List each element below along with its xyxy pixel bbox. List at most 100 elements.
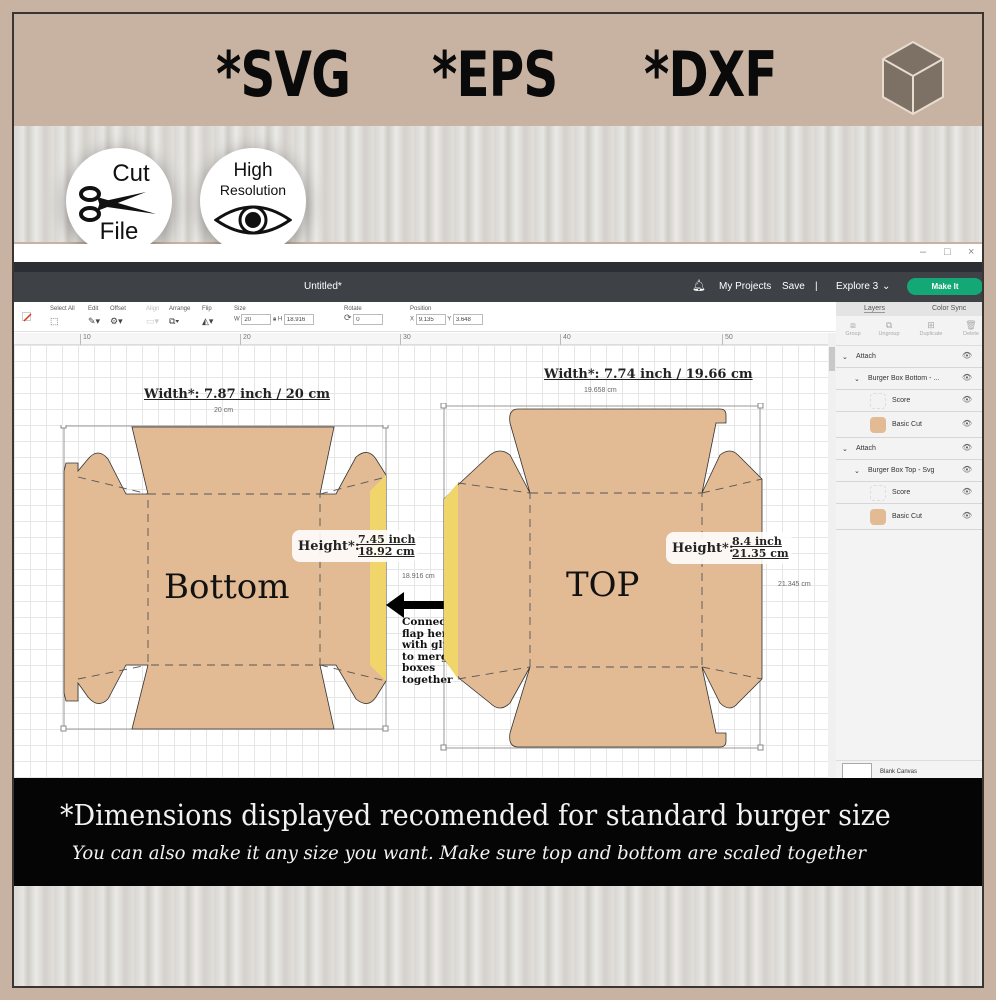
duplicate-button[interactable]: ⊞ Duplicate <box>916 320 946 337</box>
eye-icon <box>214 205 292 235</box>
rotate-icon: ⟳ <box>344 312 352 323</box>
design-space-app: – □ × Untitled* 🔔︎ My Projects Save | Ex… <box>14 244 982 781</box>
badge-high-text: High <box>233 160 273 181</box>
machine-selector[interactable]: Explore 3 <box>836 281 878 292</box>
chevron-down-icon[interactable]: ⌄ <box>842 353 848 361</box>
vertical-scrollbar[interactable] <box>828 333 836 778</box>
top-width-readout: 19.658 cm <box>584 387 617 394</box>
layers-panel: Layers Color Sync ⧈ Group ⧉ Ungroup ⊞ Dupli… <box>836 302 982 781</box>
offset-tool[interactable]: Offset ⚙▾ <box>110 306 126 327</box>
maximize-button[interactable]: □ <box>944 246 951 258</box>
eye-icon[interactable]: 👁︎ <box>962 351 972 360</box>
score-swatch <box>870 393 886 409</box>
top-height-readout: 21.345 cm <box>778 581 811 588</box>
lock-icon[interactable]: 🔒︎ <box>273 317 276 323</box>
high-resolution-badge: High Resolution <box>200 148 306 254</box>
pencil-icon: ✎▾ <box>88 316 101 326</box>
make-it-button[interactable]: Make It <box>907 278 982 295</box>
select-all-tool[interactable]: Select All ⬚ <box>50 306 75 327</box>
app-topbar: Untitled* 🔔︎ My Projects Save | Explore … <box>14 272 982 302</box>
badge-file-text: File <box>99 218 139 245</box>
group-icon: ⧈ <box>850 320 856 330</box>
linetype-swatch[interactable] <box>22 312 32 322</box>
format-svg: *SVG <box>216 38 351 111</box>
format-header: *SVG *EPS *DXF <box>14 14 982 126</box>
eye-icon[interactable]: 👁︎ <box>962 373 972 382</box>
cut-color-swatch <box>870 417 886 433</box>
horizontal-ruler: 10 20 30 40 50 <box>14 333 828 345</box>
layer-row[interactable]: Score 👁︎ <box>836 482 982 504</box>
wood-background-bottom <box>14 886 982 986</box>
badge-resolution-text: Resolution <box>219 182 287 198</box>
arrow-left-icon <box>386 592 446 618</box>
dimensions-note-line2: You can also make it any size you want. … <box>72 842 867 864</box>
layer-row[interactable]: ⌄ Attach 👁︎ <box>836 346 982 368</box>
layer-row[interactable]: ⌄ Attach 👁︎ <box>836 438 982 460</box>
my-projects-link[interactable]: My Projects <box>719 281 771 292</box>
edit-toolbar: Select All ⬚ Edit ✎▾ Offset ⚙▾ Align ▭▾ Arra… <box>14 302 836 332</box>
position-tool: Position X Y <box>410 306 483 325</box>
group-button[interactable]: ⧈ Group <box>838 320 868 337</box>
eye-icon[interactable]: 👁︎ <box>962 465 972 474</box>
tab-color-sync[interactable]: Color Sync <box>932 305 966 312</box>
bottom-width-readout: 20 cm <box>214 407 234 414</box>
ungroup-button[interactable]: ⧉ Ungroup <box>874 320 904 337</box>
dimensions-note: *Dimensions displayed recomended for sta… <box>14 778 982 886</box>
cut-file-badge: Cut File <box>66 148 172 254</box>
y-position-input[interactable] <box>452 314 483 325</box>
arrange-tool[interactable]: Arrange ⧉▾ <box>169 306 190 327</box>
eye-icon[interactable]: 👁︎ <box>962 395 972 404</box>
format-dxf: *DXF <box>644 38 777 111</box>
layer-row[interactable]: ⌄ Burger Box Top - Svg 👁︎ <box>836 460 982 482</box>
ungroup-icon: ⧉ <box>885 320 893 330</box>
align-tool[interactable]: Align ▭▾ <box>146 306 159 327</box>
chevron-down-icon[interactable]: ⌄ <box>854 467 860 475</box>
layer-row[interactable]: Basic Cut 👁︎ <box>836 504 982 530</box>
scrollbar-thumb[interactable] <box>829 347 835 371</box>
blank-canvas-row[interactable]: Blank Canvas <box>836 760 982 781</box>
pen-slash-icon <box>23 313 32 322</box>
layer-actions: ⧈ Group ⧉ Ungroup ⊞ Duplicate 🗑︎ Delete <box>836 316 982 346</box>
dimensions-note-line1: *Dimensions displayed recomended for sta… <box>60 798 891 832</box>
bell-icon[interactable]: 🔔︎ <box>692 279 706 292</box>
chevron-down-icon[interactable]: ⌄ <box>882 281 890 292</box>
layer-row[interactable]: Score 👁︎ <box>836 390 982 412</box>
save-button[interactable]: Save <box>782 281 805 292</box>
layer-row[interactable]: ⌄ Burger Box Bottom - ... 👁︎ <box>836 368 982 390</box>
design-canvas[interactable]: Width*: 7.87 inch / 20 cm 20 cm Bottom H… <box>14 345 828 778</box>
rotate-input[interactable] <box>353 314 384 325</box>
x-position-input[interactable] <box>415 314 446 325</box>
select-all-icon: ⬚ <box>50 316 59 326</box>
eye-icon[interactable]: 👁︎ <box>962 443 972 452</box>
top-height-label: Height*: 8.4 inch 21.35 cm <box>666 532 792 564</box>
size-tool: Size W 🔒︎ H <box>234 306 314 325</box>
layer-row[interactable]: Basic Cut 👁︎ <box>836 412 982 438</box>
eye-icon[interactable]: 👁︎ <box>962 419 972 428</box>
close-button[interactable]: × <box>968 246 974 258</box>
format-eps: *EPS <box>432 38 558 111</box>
chevron-down-icon[interactable]: ⌄ <box>854 375 860 383</box>
panel-tabs: Layers Color Sync <box>836 302 982 316</box>
duplicate-icon: ⊞ <box>927 320 935 330</box>
top-width-label: Width*: 7.74 inch / 19.66 cm <box>544 367 753 382</box>
align-icon: ▭▾ <box>146 316 160 326</box>
flip-tool[interactable]: Flip ◭▾ <box>202 306 213 327</box>
top-box-label: TOP <box>566 565 640 605</box>
window-titlebar: – □ × <box>14 244 982 262</box>
header-strip <box>14 262 982 272</box>
height-input[interactable] <box>283 314 314 325</box>
rotate-tool: Rotate ⟳ <box>344 306 384 325</box>
chevron-down-icon[interactable]: ⌄ <box>842 445 848 453</box>
bottom-height-readout: 18.916 cm <box>402 573 435 580</box>
cut-color-swatch <box>870 509 886 525</box>
delete-button[interactable]: 🗑︎ Delete <box>956 320 982 337</box>
minimize-button[interactable]: – <box>920 246 926 258</box>
tab-layers[interactable]: Layers <box>864 305 886 313</box>
width-input[interactable] <box>241 314 272 325</box>
eye-icon[interactable]: 👁︎ <box>962 511 972 520</box>
edit-tool[interactable]: Edit ✎▾ <box>88 306 100 327</box>
offset-icon: ⚙▾ <box>110 316 123 326</box>
flip-icon: ◭▾ <box>202 316 214 326</box>
trash-icon: 🗑︎ <box>965 320 977 330</box>
eye-icon[interactable]: 👁︎ <box>962 487 972 496</box>
